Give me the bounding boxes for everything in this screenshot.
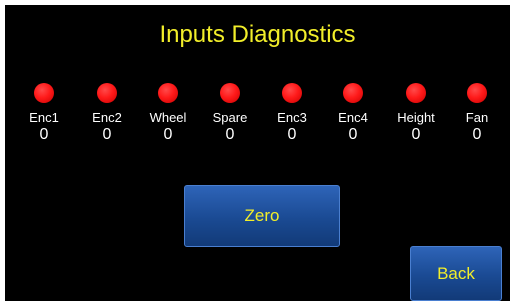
- input-label: Enc3: [277, 110, 307, 125]
- input-label: Enc4: [338, 110, 368, 125]
- status-indicator-icon: [282, 83, 302, 103]
- diagnostics-screen: Inputs Diagnostics Enc1 0 Enc2 0 Wheel 0…: [5, 5, 510, 301]
- input-label: Fan: [465, 110, 489, 125]
- input-enc4: Enc4 0: [323, 83, 383, 144]
- zero-button[interactable]: Zero: [184, 185, 340, 247]
- status-indicator-icon: [467, 83, 487, 103]
- status-indicator-icon: [97, 83, 117, 103]
- input-value: 0: [287, 126, 297, 143]
- status-indicator-icon: [406, 83, 426, 103]
- page-title: Inputs Diagnostics: [159, 21, 356, 48]
- input-value: 0: [411, 126, 421, 143]
- input-value: 0: [472, 126, 482, 143]
- input-height: Height 0: [386, 83, 446, 144]
- status-indicator-icon: [34, 83, 54, 103]
- input-wheel: Wheel 0: [138, 83, 198, 144]
- input-value: 0: [225, 126, 235, 143]
- input-label: Spare: [212, 110, 248, 125]
- back-button[interactable]: Back: [410, 246, 502, 301]
- status-indicator-icon: [220, 83, 240, 103]
- input-spare: Spare 0: [200, 83, 260, 144]
- input-label: Enc2: [92, 110, 122, 125]
- input-label: Enc1: [29, 110, 59, 125]
- input-label: Wheel: [149, 110, 187, 125]
- input-value: 0: [102, 126, 112, 143]
- input-value: 0: [39, 126, 49, 143]
- input-enc3: Enc3 0: [262, 83, 322, 144]
- input-value: 0: [348, 126, 358, 143]
- input-enc2: Enc2 0: [77, 83, 137, 144]
- status-indicator-icon: [158, 83, 178, 103]
- input-enc1: Enc1 0: [14, 83, 74, 144]
- input-value: 0: [163, 126, 173, 143]
- inputs-panel: Enc1 0 Enc2 0 Wheel 0 Spare 0 Enc3 0 Enc…: [5, 83, 510, 163]
- status-indicator-icon: [343, 83, 363, 103]
- input-fan: Fan 0: [447, 83, 507, 144]
- input-label: Height: [397, 110, 435, 125]
